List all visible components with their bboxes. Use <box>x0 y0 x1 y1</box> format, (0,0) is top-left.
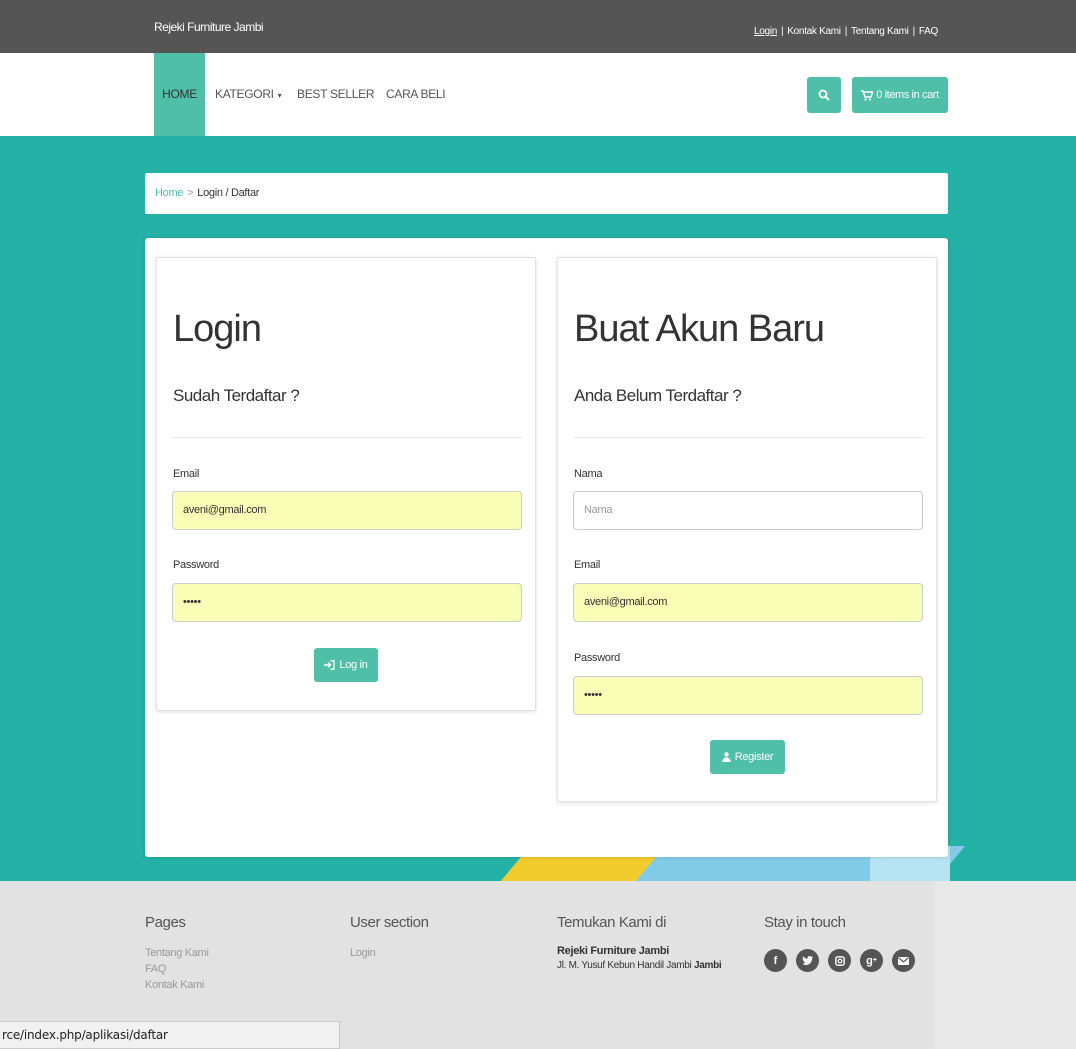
top-link-tentang[interactable]: Tentang Kami <box>851 26 909 37</box>
breadcrumb-separator: > <box>187 187 194 199</box>
nav-item-best-seller[interactable]: BEST SELLER <box>297 53 374 136</box>
caret-down-icon: ▾ <box>275 91 282 100</box>
footer-temukan-title: Temukan Kami di <box>557 914 667 931</box>
google-plus-icon[interactable]: g + <box>860 949 883 972</box>
facebook-icon[interactable]: f <box>764 949 787 972</box>
footer-stay-in-touch: Stay in touch f g + <box>764 914 915 972</box>
register-panel: Buat Akun Baru Anda Belum Terdaftar ? Na… <box>557 257 937 802</box>
register-button[interactable]: Register <box>710 740 785 774</box>
user-icon <box>722 752 731 762</box>
footer-link-login[interactable]: Login <box>350 945 429 961</box>
footer-link-faq[interactable]: FAQ <box>145 961 209 977</box>
nav-item-home[interactable]: HOME <box>154 53 205 136</box>
login-password-label: Password <box>173 559 219 571</box>
login-title: Login <box>173 308 262 350</box>
instagram-icon[interactable] <box>828 949 851 972</box>
twitter-icon[interactable] <box>796 949 819 972</box>
footer-pages: Pages Tentang Kami FAQ Kontak Kami <box>145 914 209 993</box>
main-nav: HOME KATEGORI ▾ BEST SELLER CARA BELI 0 … <box>0 53 1076 136</box>
login-email-label: Email <box>173 468 200 480</box>
sign-in-icon <box>324 660 336 670</box>
top-link-kontak[interactable]: Kontak Kami <box>787 26 841 37</box>
nav-item-kategori[interactable]: KATEGORI ▾ <box>215 53 282 136</box>
register-nama-input[interactable]: Nama <box>573 491 923 530</box>
breadcrumb-home-link[interactable]: Home <box>155 187 183 199</box>
search-icon <box>818 89 830 101</box>
footer-link-kontak[interactable]: Kontak Kami <box>145 977 209 993</box>
register-nama-label: Nama <box>574 468 603 480</box>
login-button[interactable]: Log in <box>314 648 378 682</box>
footer-user-section: User section Login <box>350 914 429 961</box>
cart-button[interactable]: 0 items in cart <box>852 77 948 113</box>
login-subtitle: Sudah Terdaftar ? <box>173 386 300 405</box>
footer-pages-title: Pages <box>145 914 186 931</box>
breadcrumb-current: Login / Daftar <box>197 187 260 199</box>
register-password-label: Password <box>574 652 620 664</box>
cart-icon <box>861 89 874 101</box>
register-subtitle: Anda Belum Terdaftar ? <box>574 386 742 405</box>
footer-address: Jl. M. Yusuf Kebun Handil Jambi Jambi <box>557 960 722 971</box>
email-icon[interactable] <box>892 949 915 972</box>
top-links: Login | Kontak Kami | Tentang Kami | FAQ <box>754 26 938 37</box>
cart-label: 0 items in cart <box>876 89 939 101</box>
register-email-label: Email <box>574 559 601 571</box>
login-panel: Login Sudah Terdaftar ? Email aveni@gmai… <box>156 257 536 711</box>
nav-item-cara-beli[interactable]: CARA BELI <box>386 53 446 136</box>
login-email-input[interactable]: aveni@gmail.com <box>172 491 522 530</box>
footer-stay-title: Stay in touch <box>764 914 846 931</box>
breadcrumb: Home > Login / Daftar <box>145 173 948 214</box>
divider <box>173 437 522 438</box>
top-link-login[interactable]: Login <box>754 26 777 37</box>
footer-link-tentang[interactable]: Tentang Kami <box>145 945 209 961</box>
top-link-faq[interactable]: FAQ <box>919 26 938 37</box>
divider <box>574 437 923 438</box>
search-button[interactable] <box>807 77 841 113</box>
register-email-input[interactable]: aveni@gmail.com <box>573 583 923 622</box>
login-password-input[interactable]: ••••• <box>172 583 522 622</box>
register-title: Buat Akun Baru <box>574 308 825 350</box>
footer-user-title: User section <box>350 914 429 931</box>
footer-temukan: Temukan Kami di Rejeki Furniture Jambi J… <box>557 914 722 971</box>
footer-company-name: Rejeki Furniture Jambi <box>557 945 669 957</box>
brand-name[interactable]: Rejeki Furniture Jambi <box>154 20 264 34</box>
top-bar: Rejeki Furniture Jambi Login | Kontak Kami… <box>0 0 1076 53</box>
browser-status-bar: rce/index.php/aplikasi/daftar <box>0 1021 340 1049</box>
register-password-input[interactable]: ••••• <box>573 676 923 715</box>
